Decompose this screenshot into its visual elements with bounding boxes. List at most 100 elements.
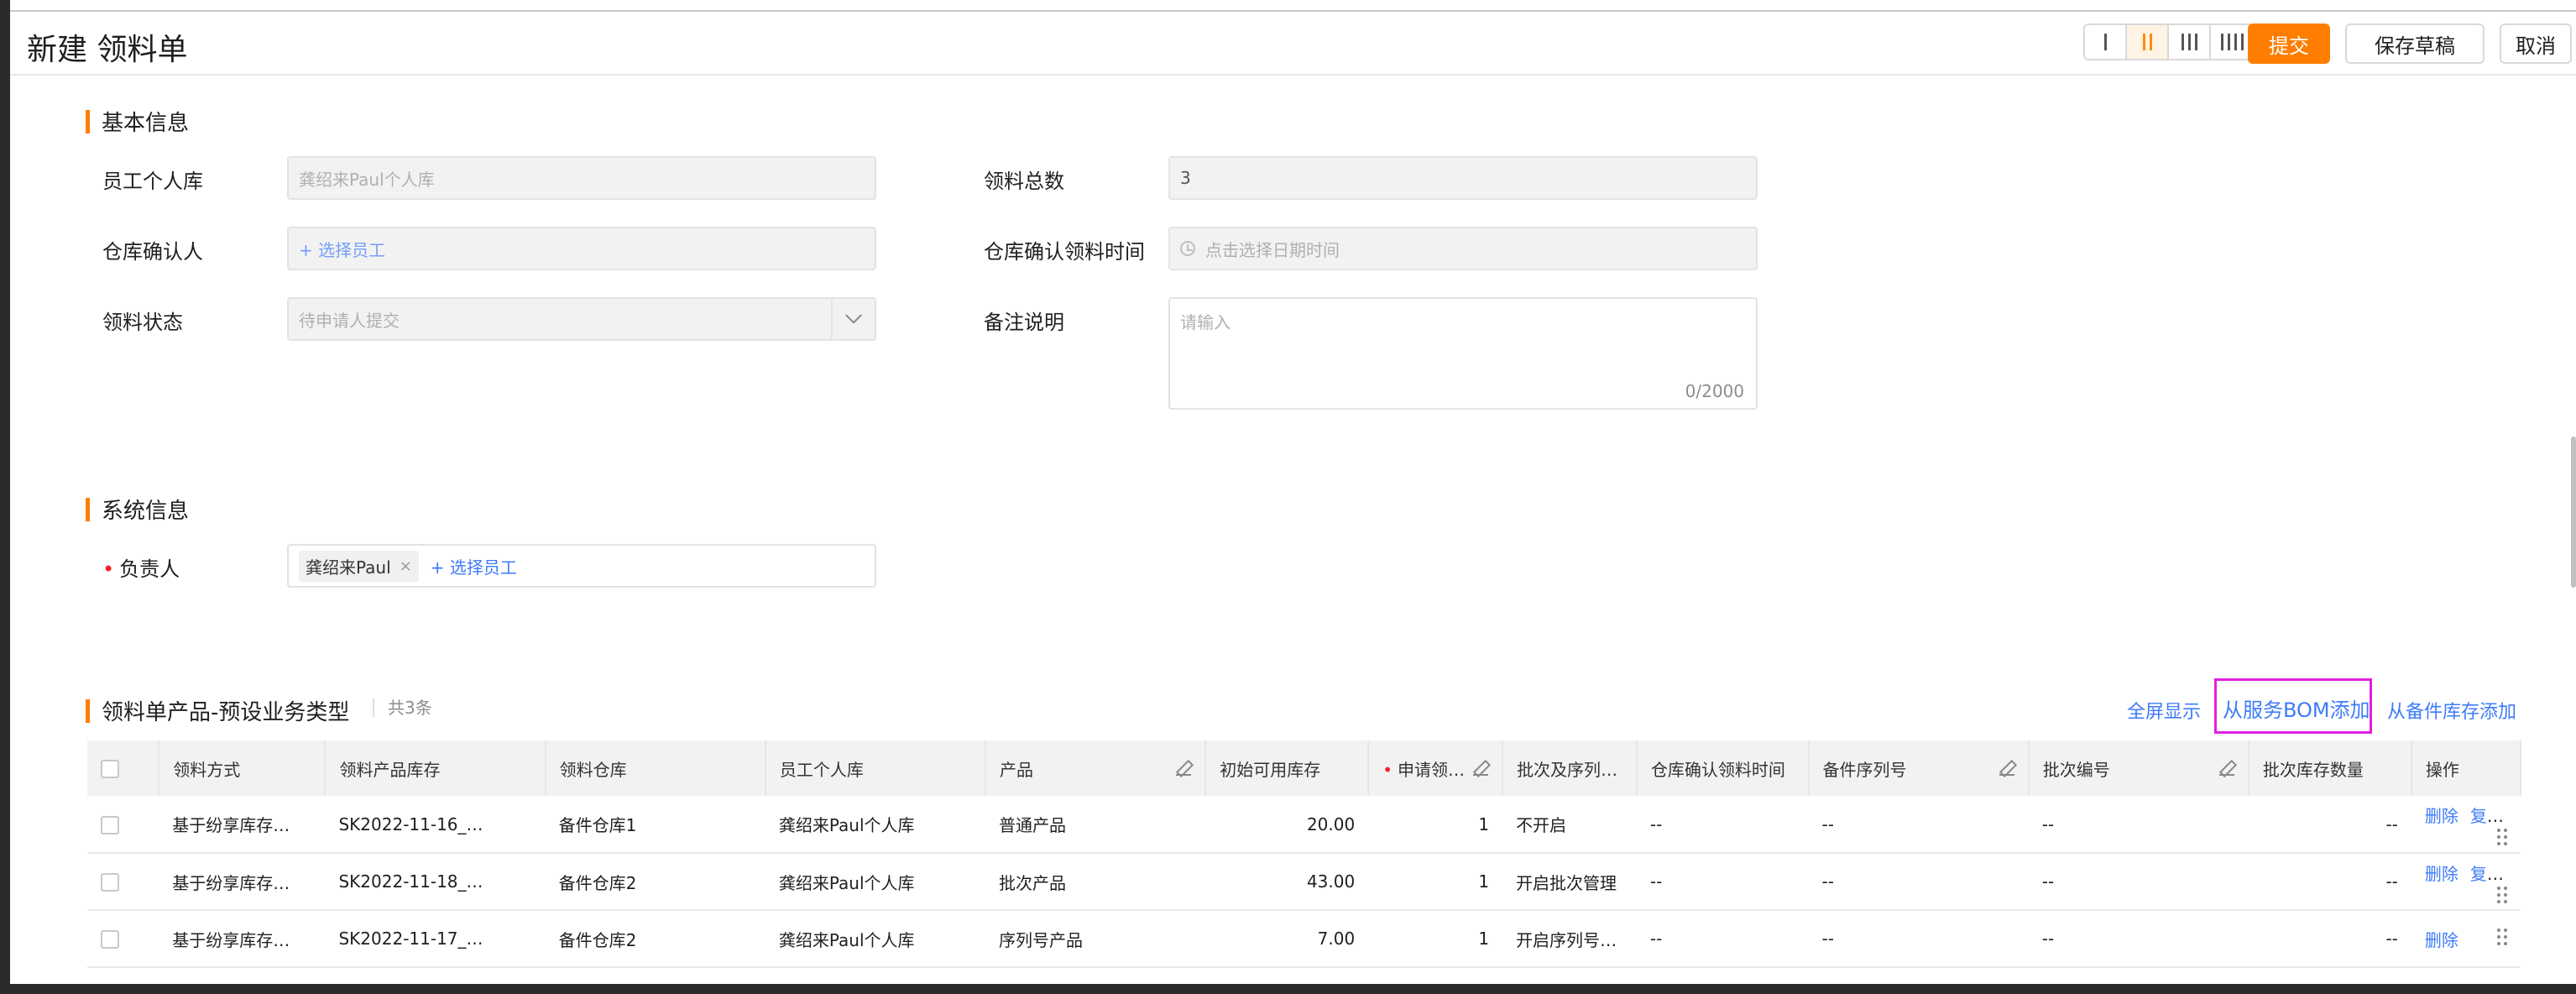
confirm-time-field[interactable]: 点击选择日期时间: [1168, 227, 1758, 270]
layout-3-column-button[interactable]: [2169, 25, 2211, 59]
apply-qty-cell[interactable]: 1: [1368, 910, 1503, 968]
required-asterisk: •: [1382, 759, 1393, 780]
batch-qty-cell: --: [2248, 796, 2411, 854]
table-header-row: 领料方式 领料产品库存 领料仓库 员工个人库 产品 初始可用库存 • 申请领… 批…: [87, 740, 2522, 796]
confirm-time-label: 仓库确认领料时间: [984, 240, 1145, 264]
total-count-label: 领料总数: [984, 170, 1064, 193]
confirm-time-cell: --: [1636, 853, 1809, 911]
drag-handle-icon[interactable]: [2497, 928, 2507, 945]
column-header-text: 批次编号: [2042, 759, 2110, 780]
layout-4-column-button[interactable]: [2211, 25, 2253, 59]
system-info-title-text: 系统信息: [102, 499, 190, 524]
library-cell: 龚绍来Paul个人库: [765, 796, 986, 854]
save-draft-button[interactable]: 保存草稿: [2345, 24, 2485, 64]
select-employee-link[interactable]: + 选择员工: [299, 237, 385, 261]
batch-no-cell: --: [2028, 796, 2249, 854]
column-header-text: • 申请领…: [1382, 756, 1465, 781]
row-checkbox[interactable]: [101, 930, 119, 950]
product-cell: 批次产品: [985, 853, 1206, 911]
products-table: 领料方式 领料产品库存 领料仓库 员工个人库 产品 初始可用库存 • 申请领… 批…: [87, 740, 2522, 968]
column-header: 批次编号: [2028, 740, 2249, 796]
row-select-cell: [87, 853, 159, 911]
column-header: 备件序列号: [1808, 740, 2030, 796]
close-icon[interactable]: ×: [400, 557, 412, 575]
page-header: 新建 领料单 提交 保存草稿 取消: [10, 12, 2576, 76]
edit-pen-icon[interactable]: [1473, 761, 1489, 776]
row-checkbox[interactable]: [101, 873, 119, 892]
edit-pen-icon[interactable]: [2218, 761, 2234, 776]
delete-link[interactable]: 删除: [2425, 806, 2458, 826]
products-section-title: 领料单产品-预设业务类型: [86, 695, 349, 726]
batch-no-cell: --: [2028, 853, 2249, 911]
stock-cell: SK2022-11-17_…: [325, 910, 546, 968]
vertical-scrollbar[interactable]: [2571, 437, 2576, 588]
confirm-time-placeholder: 点击选择日期时间: [1205, 239, 1340, 260]
row-checkbox[interactable]: [101, 815, 119, 834]
copy-link[interactable]: 复制: [2470, 864, 2504, 884]
select-all-cell: [87, 740, 160, 796]
method-cell: 基于纷享库存…: [159, 853, 326, 911]
delete-link[interactable]: 删除: [2425, 864, 2458, 884]
drag-handle-icon[interactable]: [2497, 886, 2507, 903]
status-value: 待申请人提交: [299, 310, 400, 331]
required-asterisk: •: [102, 557, 115, 581]
chevron-down-icon[interactable]: [831, 299, 875, 339]
apply-qty-cell[interactable]: 1: [1368, 853, 1503, 911]
delete-link[interactable]: 删除: [2425, 930, 2458, 950]
status-label: 领料状态: [102, 311, 183, 334]
serial-cell: --: [1808, 910, 2029, 968]
select-all-checkbox[interactable]: [101, 760, 119, 779]
status-select[interactable]: 待申请人提交: [287, 297, 876, 341]
app-window: 新建 领料单 提交 保存草稿 取消 基本信息 员工个人库 龚绍来Paul个人库 …: [10, 0, 2576, 984]
layout-1-column-button[interactable]: [2085, 25, 2127, 59]
layout-2-column-button[interactable]: [2127, 25, 2169, 59]
total-count-value: 3: [1180, 168, 1191, 188]
column-header: 员工个人库: [765, 740, 987, 796]
row-select-cell: [87, 796, 159, 854]
layout-switcher: [2083, 24, 2255, 60]
section-accent-bar: [86, 698, 90, 723]
employee-library-value: 龚绍来Paul个人库: [299, 169, 435, 190]
copy-link[interactable]: 复制: [2470, 806, 2504, 826]
employee-library-field: 龚绍来Paul个人库: [287, 156, 876, 200]
clock-icon: [1180, 241, 1195, 256]
batch-qty-cell: --: [2248, 910, 2411, 968]
fullscreen-link[interactable]: 全屏显示: [2127, 697, 2201, 724]
table-row: 基于纷享库存… SK2022-11-17_… 备件仓库2 龚绍来Paul个人库 …: [87, 910, 2521, 968]
section-accent-bar: [86, 497, 90, 521]
column-header: 领料产品库存: [325, 740, 546, 796]
confirm-time-cell: --: [1636, 796, 1809, 854]
operations-cell: 删除 复制: [2411, 796, 2521, 854]
column-header: 操作: [2411, 740, 2522, 796]
drag-handle-icon[interactable]: [2497, 829, 2507, 845]
highlight-box: [2214, 678, 2372, 734]
edit-pen-icon[interactable]: [1176, 761, 1192, 776]
operations-cell: 删除: [2411, 910, 2521, 968]
column-header-text: 产品: [1000, 759, 1034, 780]
apply-qty-cell[interactable]: 1: [1368, 796, 1503, 854]
initial-stock-cell: 43.00: [1205, 853, 1369, 911]
submit-button[interactable]: 提交: [2248, 24, 2330, 64]
column-header: 批次及序列号…: [1502, 740, 1638, 796]
section-accent-bar: [86, 109, 90, 133]
row-select-cell: [87, 910, 159, 968]
remark-counter: 0/2000: [1685, 381, 1744, 401]
basic-info-section-title: 基本信息: [86, 106, 189, 137]
remark-textarea[interactable]: 请输入 0/2000: [1168, 297, 1758, 410]
edit-pen-icon[interactable]: [1999, 761, 2014, 776]
column-header: 领料仓库: [545, 740, 766, 796]
add-owner-link[interactable]: + 选择员工: [431, 554, 517, 578]
add-from-stock-link[interactable]: 从备件库存添加: [2387, 697, 2516, 724]
initial-stock-cell: 7.00: [1205, 910, 1369, 968]
warehouse-confirmer-field[interactable]: + 选择员工: [287, 227, 876, 270]
stock-cell: SK2022-11-16_…: [325, 796, 546, 854]
remark-label: 备注说明: [984, 311, 1064, 334]
library-cell: 龚绍来Paul个人库: [765, 910, 986, 968]
owner-tag: 龚绍来Paul ×: [299, 550, 419, 582]
cancel-button[interactable]: 取消: [2500, 24, 2572, 64]
batch-no-cell: --: [2028, 910, 2249, 968]
owner-field[interactable]: 龚绍来Paul × + 选择员工: [287, 544, 876, 588]
batch-mode-cell: 不开启: [1502, 796, 1637, 854]
stock-cell: SK2022-11-18_…: [325, 853, 546, 911]
table-row: 基于纷享库存… SK2022-11-16_… 备件仓库1 龚绍来Paul个人库 …: [87, 796, 2521, 854]
